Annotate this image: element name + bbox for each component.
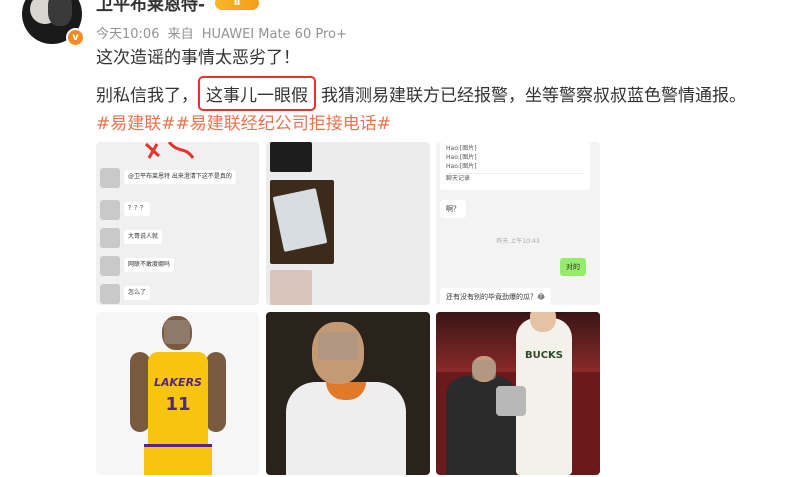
image-thumb-lakers[interactable]: LAKERS 11 [96, 312, 259, 475]
chat-bubble: ？？？ [124, 202, 151, 216]
image-thumb-chat-1[interactable]: @卫平布莱恩特 出来澄清下这不是真的 ？？？ 大哥说人就 网联不敢度娜吗 怎么了 [96, 142, 259, 305]
chat-reply-bubble: 对的 [560, 258, 586, 276]
jersey-team-text: LAKERS [154, 376, 202, 389]
chat-bubble: 啊？ [440, 200, 466, 218]
chat-avatar [100, 284, 120, 304]
post-text-line1: 这次造谣的事情太恶劣了！ [96, 48, 300, 68]
chat-avatar [100, 228, 120, 248]
forwarded-records: Hao:[图片] Hao:[图片] Hao:[图片] 聊天记录 [440, 142, 590, 190]
face-blur [472, 360, 496, 380]
right-arm [206, 352, 226, 432]
lakers-shorts [144, 444, 212, 475]
portrait-photo [270, 270, 312, 305]
verified-v-icon: v [66, 28, 85, 47]
chat-avatar [100, 256, 120, 276]
avatar-photo-shade [48, 0, 72, 26]
chat-bubble: 怎么了 [124, 286, 151, 300]
hashtag-link[interactable]: #易建联经纪公司拒接电话# [176, 114, 392, 134]
username-link[interactable]: 卫平布莱恩特- [96, 0, 205, 15]
chat-timestamp: 昨天 上午10:43 [496, 238, 540, 245]
jersey-team-text: BUCKS [524, 350, 564, 361]
user-level-badge[interactable]: Ⅱ [215, 0, 259, 10]
jersey-number: 11 [165, 394, 191, 415]
chat-bubble: 网联不敢度娜吗 [124, 258, 175, 272]
highlight-box: 这事儿一眼假 [198, 76, 316, 111]
chat-bubble: 还有没有别的毕竟劲爆的瓜？😂 [440, 288, 552, 305]
image-thumb-photos[interactable] [266, 142, 430, 305]
post-meta: 今天10:06 来自 HUAWEI Mate 60 Pro+ [96, 23, 351, 42]
hashtag-link[interactable]: #易建联# [96, 114, 176, 134]
image-thumb-bucks[interactable]: BUCKS [436, 312, 600, 475]
source-prefix: 来自 [167, 27, 194, 42]
source-device: HUAWEI Mate 60 Pro+ [201, 27, 347, 42]
red-scribble-mark [144, 142, 195, 159]
left-arm [130, 352, 150, 432]
face-blur [164, 320, 190, 344]
image-thumb-chat-2[interactable]: Hao:[图片] Hao:[图片] Hao:[图片] 聊天记录 啊？ 昨天 上午… [436, 142, 600, 305]
post-time[interactable]: 今天10:06 [96, 27, 159, 42]
hashtags: #易建联##易建联经纪公司拒接电话# [96, 109, 391, 134]
dark-photo [270, 142, 312, 172]
chat-avatar [100, 200, 120, 220]
post-text-line2: 别私信我了， 这事儿一眼假 我猜测易建联方已经报警，坐等警察叔叔蓝色警情通报。 [96, 76, 746, 111]
trophy [496, 386, 526, 416]
image-thumb-player[interactable] [266, 312, 430, 475]
chat-avatar [100, 168, 120, 188]
chat-bubble: @卫平布莱恩特 出来澄清下这不是真的 [124, 170, 236, 184]
chat-bubble: 大哥说人就 [124, 230, 163, 244]
face-blur [318, 332, 358, 360]
